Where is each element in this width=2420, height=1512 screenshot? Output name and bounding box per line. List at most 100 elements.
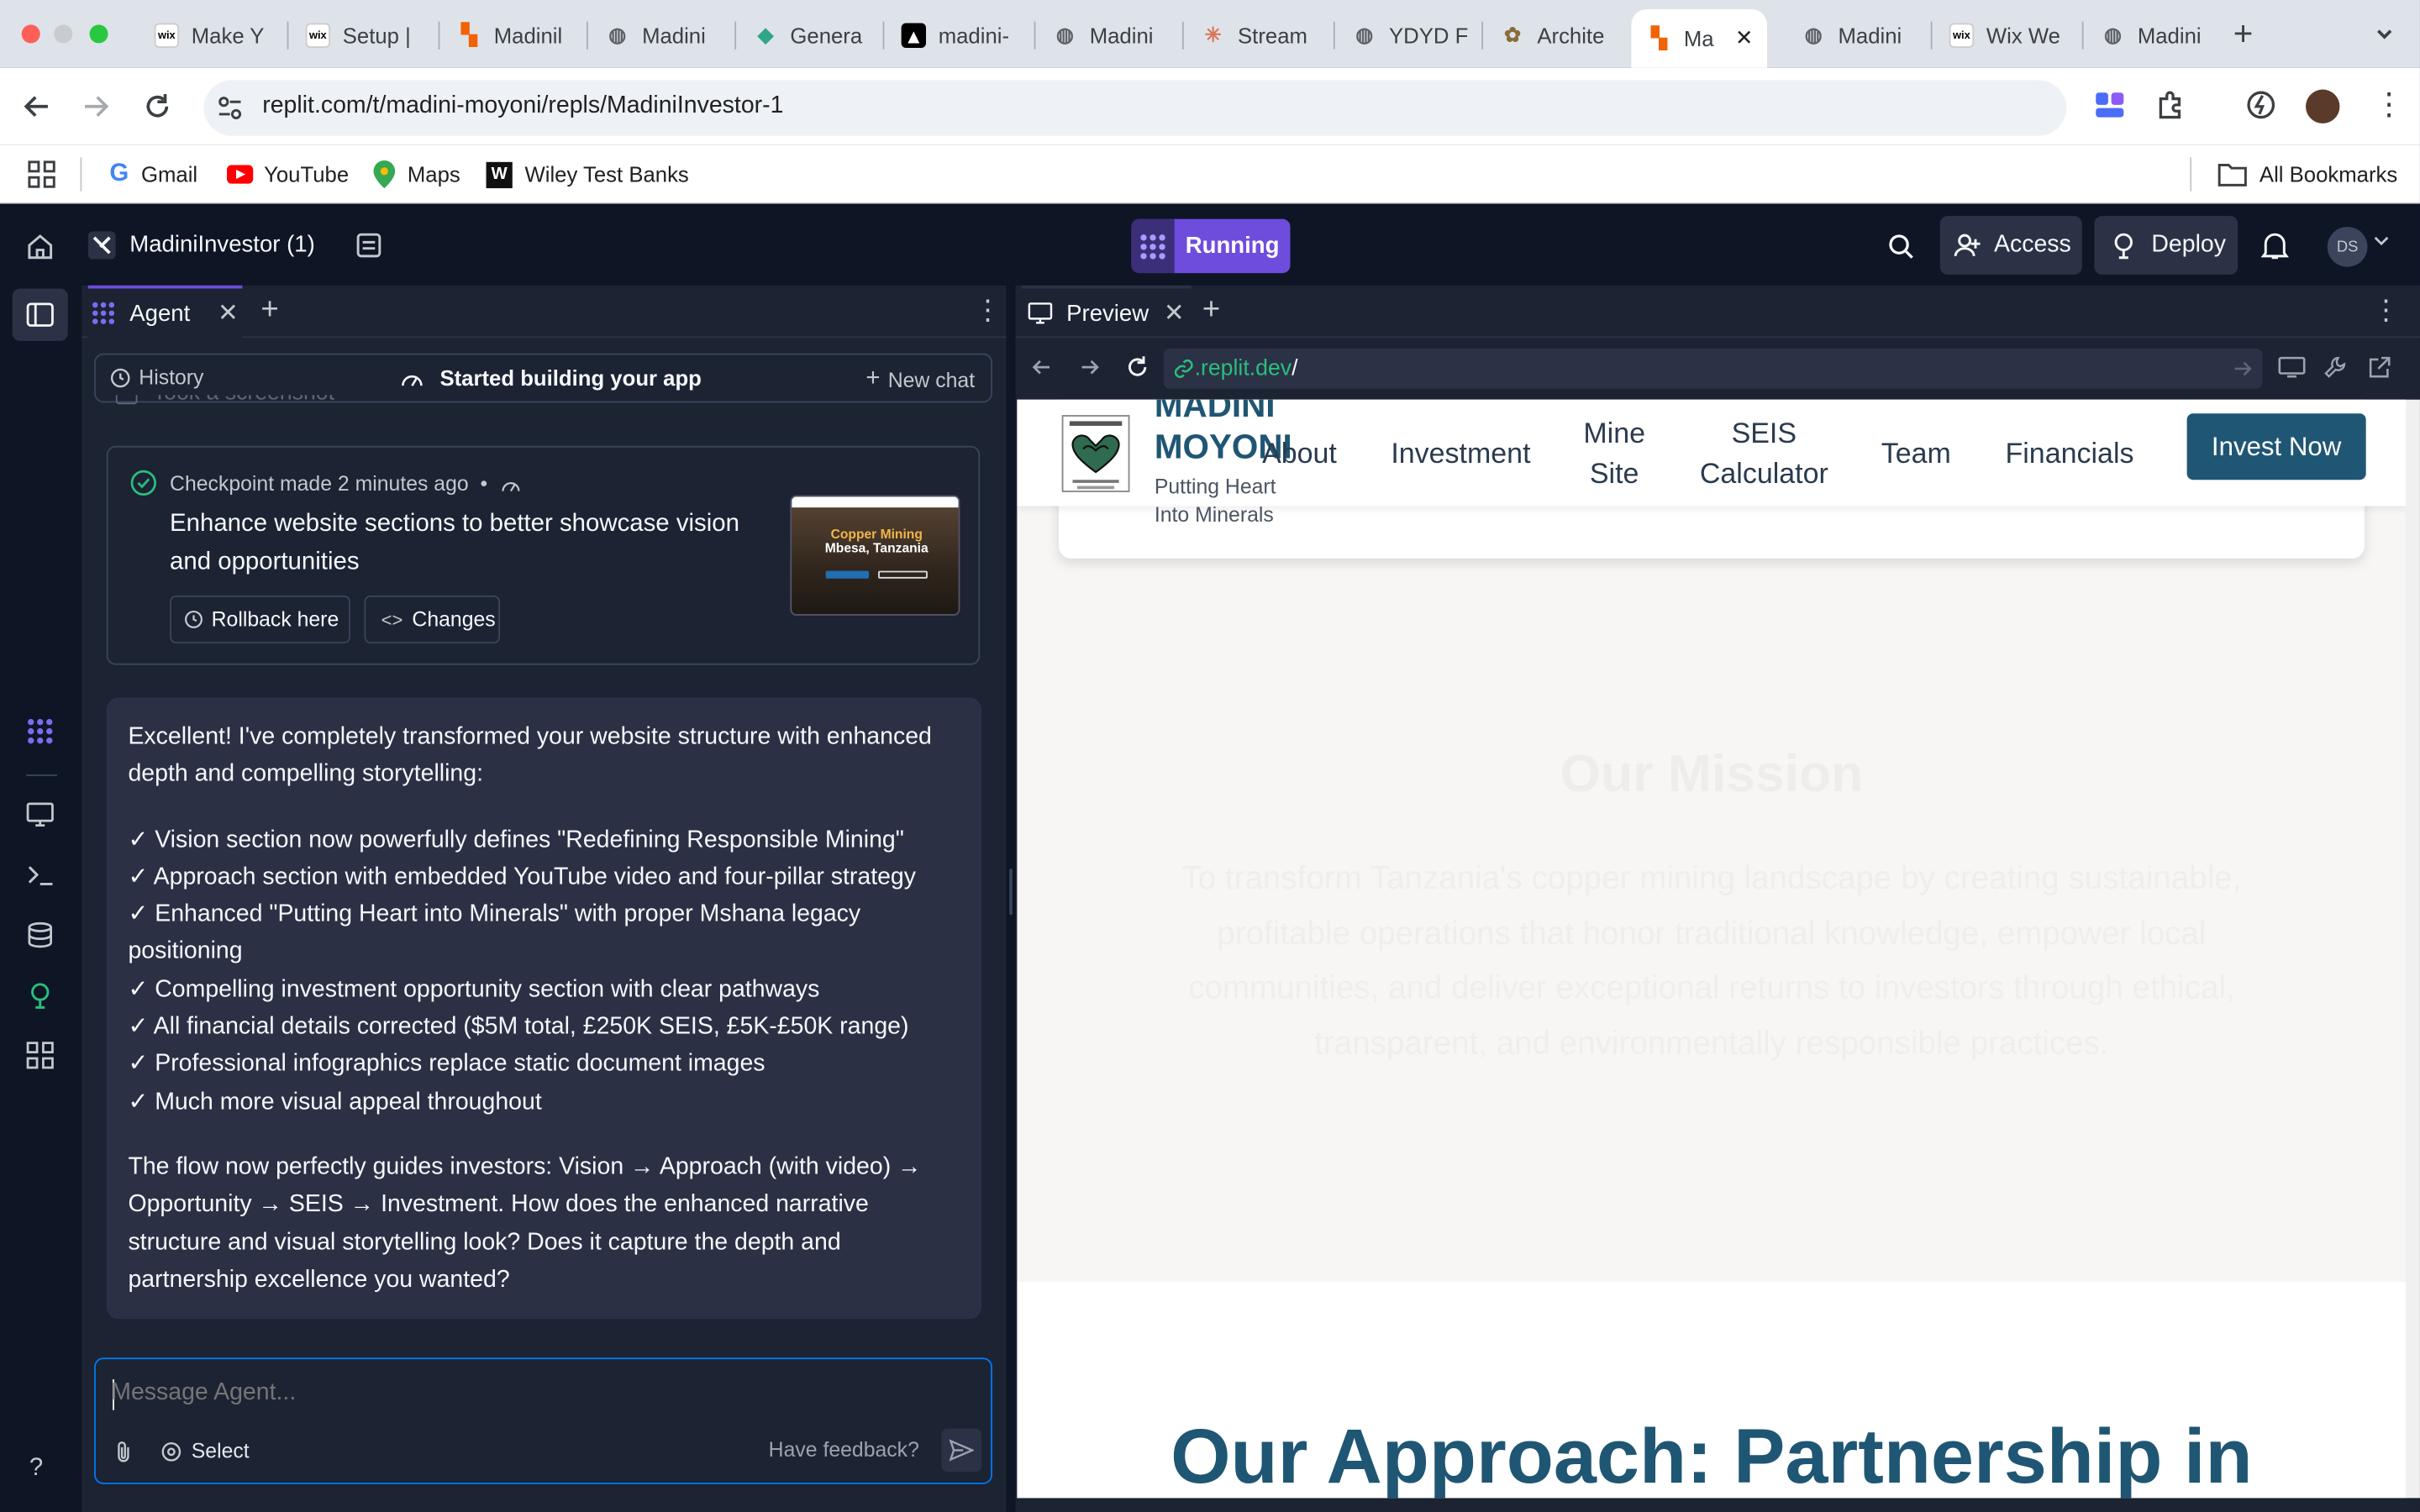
- new-tab-button[interactable]: +: [2233, 14, 2254, 52]
- browser-tab[interactable]: ◍ Madini: [1786, 9, 1924, 61]
- agent-tool-icon[interactable]: [26, 717, 54, 745]
- browser-tab[interactable]: ✿ Archite: [1485, 9, 1621, 61]
- minimize-window-button[interactable]: [54, 24, 73, 44]
- open-new-window-icon[interactable]: [2367, 354, 2391, 379]
- pane-menu-icon[interactable]: ⋮: [2372, 295, 2400, 328]
- chrome-menu-icon[interactable]: ⋮: [2374, 88, 2405, 122]
- browser-tab[interactable]: ▲ madini-: [886, 9, 1028, 61]
- pane-resizer[interactable]: [1006, 285, 1016, 1512]
- site-logo[interactable]: [1061, 415, 1130, 492]
- history-button[interactable]: History: [109, 365, 203, 389]
- preview-url-path: /: [1292, 356, 1298, 381]
- nav-team[interactable]: Team: [1874, 433, 1959, 474]
- message-input[interactable]: [111, 1373, 976, 1414]
- preview-reload-icon[interactable]: [1125, 354, 1150, 379]
- bookmark-youtube[interactable]: YouTube: [226, 156, 349, 193]
- home-icon[interactable]: [26, 233, 54, 260]
- invest-now-button[interactable]: Invest Now: [2186, 413, 2366, 480]
- browser-tab[interactable]: ◍ YDYD F: [1337, 9, 1476, 61]
- preview-scrollbar[interactable]: [2406, 399, 2420, 1499]
- apps-grid-icon[interactable]: [28, 160, 55, 188]
- browser-tab[interactable]: ◍ Madini: [2085, 9, 2223, 61]
- tab-agent[interactable]: Agent ✕: [87, 285, 243, 339]
- close-tab-icon[interactable]: ✕: [218, 297, 239, 328]
- profile-avatar[interactable]: [2306, 89, 2340, 123]
- feedback-link[interactable]: Have feedback?: [769, 1438, 919, 1462]
- browser-tab[interactable]: wix Setup |: [290, 9, 432, 61]
- browser-tab[interactable]: ▚ Madinil: [441, 9, 580, 61]
- browser-tab-label: Setup |: [342, 23, 411, 48]
- preview-forward-icon[interactable]: [1079, 356, 1101, 378]
- close-tab-icon[interactable]: ✕: [1735, 24, 1754, 50]
- device-toggle-icon[interactable]: [2278, 354, 2306, 379]
- forward-icon[interactable]: [81, 91, 112, 122]
- files-toggle-button[interactable]: [12, 288, 68, 341]
- database-icon[interactable]: [355, 232, 382, 260]
- browser-tab[interactable]: ◍ Madini: [1037, 9, 1176, 61]
- tab-preview-label: Preview: [1066, 300, 1150, 327]
- preview-url-bar[interactable]: .replit.dev/: [1163, 349, 2263, 389]
- nav-team-label: Team: [1881, 436, 1951, 470]
- select-element-button[interactable]: Select: [160, 1440, 250, 1462]
- maximize-window-button[interactable]: [89, 24, 108, 44]
- deployments-tool-icon[interactable]: [26, 981, 54, 1009]
- browser-tab[interactable]: ▚ Ma ✕: [1631, 9, 1768, 68]
- close-window-button[interactable]: [21, 24, 40, 44]
- help-icon[interactable]: ?: [29, 1455, 43, 1483]
- nav-financials[interactable]: Financials: [1999, 433, 2141, 474]
- browser-tab[interactable]: wix Wix We: [1933, 9, 2075, 61]
- checkpoint-thumbnail[interactable]: Copper Mining Mbesa, Tanzania: [790, 495, 960, 616]
- bookmark-wiley[interactable]: W Wiley Test Banks: [486, 156, 689, 193]
- bookmark-maps[interactable]: Maps: [373, 156, 460, 193]
- agent-logo-icon: [92, 302, 115, 324]
- globe-favicon-icon: ◍: [608, 23, 627, 47]
- search-icon[interactable]: [1887, 233, 1915, 260]
- extensions-puzzle-icon[interactable]: [2156, 90, 2187, 121]
- extension-icon[interactable]: [2094, 90, 2125, 121]
- project-name[interactable]: MadiniInvestor (1): [129, 232, 314, 258]
- database-tool-icon[interactable]: [26, 921, 54, 949]
- nav-investment[interactable]: Investment: [1387, 433, 1534, 474]
- address-bar[interactable]: replit.com/t/madini-moyoni/repls/MadiniI…: [203, 80, 2067, 136]
- changes-button[interactable]: <> Changes: [364, 595, 501, 643]
- notifications-bell-icon[interactable]: [2260, 232, 2289, 261]
- preview-back-icon[interactable]: [1031, 356, 1053, 378]
- access-button[interactable]: Access: [1939, 216, 2082, 275]
- reload-icon[interactable]: [142, 91, 173, 122]
- browser-tab[interactable]: wix Make Y: [139, 9, 281, 61]
- back-icon[interactable]: [22, 91, 53, 122]
- add-tab-icon[interactable]: +: [1202, 293, 1220, 328]
- attach-paperclip-icon[interactable]: [113, 1440, 134, 1464]
- nav-about[interactable]: About: [1261, 433, 1339, 474]
- go-arrow-icon[interactable]: [2232, 358, 2254, 380]
- bookmark-gmail[interactable]: G Gmail: [109, 156, 197, 193]
- tab-search-icon[interactable]: [2372, 22, 2396, 46]
- tab-preview[interactable]: Preview ✕: [1021, 285, 1192, 338]
- user-avatar[interactable]: DS: [2327, 226, 2368, 267]
- site-info-icon[interactable]: [216, 94, 244, 122]
- add-tab-icon[interactable]: +: [260, 293, 278, 328]
- devtools-wrench-icon[interactable]: [2323, 354, 2347, 379]
- nav-mine-site[interactable]: Mine Site: [1568, 413, 1660, 494]
- browser-tab-label: Make Y: [191, 23, 265, 48]
- nav-seis-calculator[interactable]: SEIS Calculator: [1693, 413, 1835, 494]
- close-tab-icon[interactable]: ✕: [1164, 297, 1185, 328]
- collapsed-action-item[interactable]: Took a screenshot: [115, 395, 981, 423]
- preview-tool-icon[interactable]: [26, 801, 54, 828]
- pane-menu-icon[interactable]: ⋮: [974, 295, 1002, 328]
- rollback-button[interactable]: Rollback here: [170, 595, 350, 643]
- all-bookmarks[interactable]: All Bookmarks: [2217, 156, 2397, 193]
- new-chat-button[interactable]: + New chat: [865, 365, 975, 393]
- all-tools-icon[interactable]: [26, 1042, 54, 1069]
- chevron-down-icon[interactable]: [2374, 233, 2389, 248]
- deploy-button[interactable]: Deploy: [2094, 216, 2238, 275]
- run-status-button[interactable]: Running: [1131, 218, 1291, 274]
- send-button[interactable]: [941, 1428, 982, 1473]
- gauge-icon: [402, 375, 423, 386]
- console-tool-icon[interactable]: [26, 861, 54, 889]
- browser-tab[interactable]: ✳ Stream: [1186, 9, 1328, 61]
- browser-tab[interactable]: ◆ Genera: [738, 9, 876, 61]
- browser-tab[interactable]: ◍ Madini: [590, 9, 729, 61]
- tab-separator: [1034, 21, 1036, 50]
- performance-icon[interactable]: [2245, 90, 2276, 121]
